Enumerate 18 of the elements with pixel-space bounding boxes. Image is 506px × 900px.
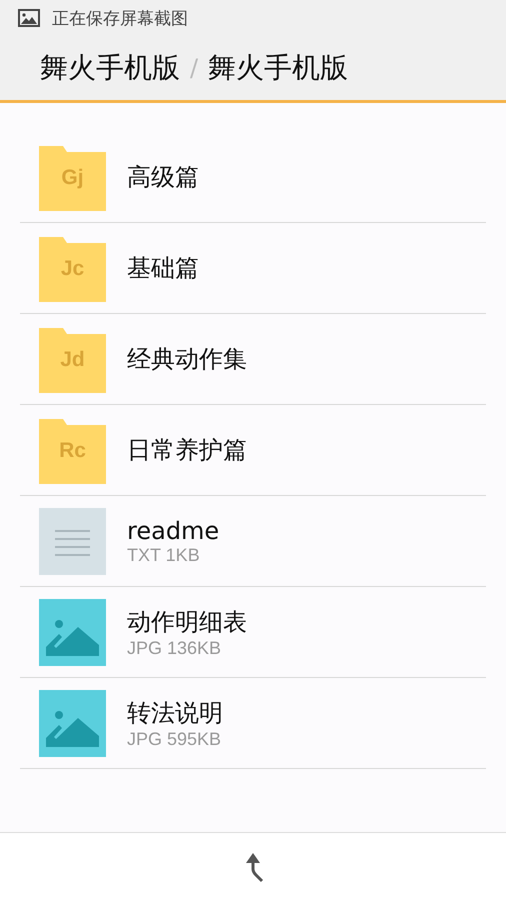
image-icon [39,690,106,756]
file-name[interactable]: 转法说明 [127,696,223,728]
breadcrumb-separator: / [190,54,198,82]
picture-icon [18,9,40,27]
document-icon [39,508,106,574]
file-name[interactable]: 动作明细表 [127,606,247,638]
image-icon [39,598,106,666]
file-name[interactable]: 基础篇 [127,252,199,284]
status-text: 正在保存屏幕截图 [52,8,188,30]
file-info: JPG 595KB [127,728,222,750]
file-info: JPG 136KB [127,638,222,658]
breadcrumb-item[interactable]: 舞火手机版 [208,49,348,87]
file-name[interactable]: 高级篇 [127,161,199,193]
file-name[interactable]: 日常养护篇 [127,434,247,466]
breadcrumb-item[interactable]: 舞火手机版 [40,49,180,87]
file-info: TXT 1KB [127,544,201,566]
file-name[interactable]: readme [127,516,220,544]
file-name[interactable]: 经典动作集 [127,343,247,375]
